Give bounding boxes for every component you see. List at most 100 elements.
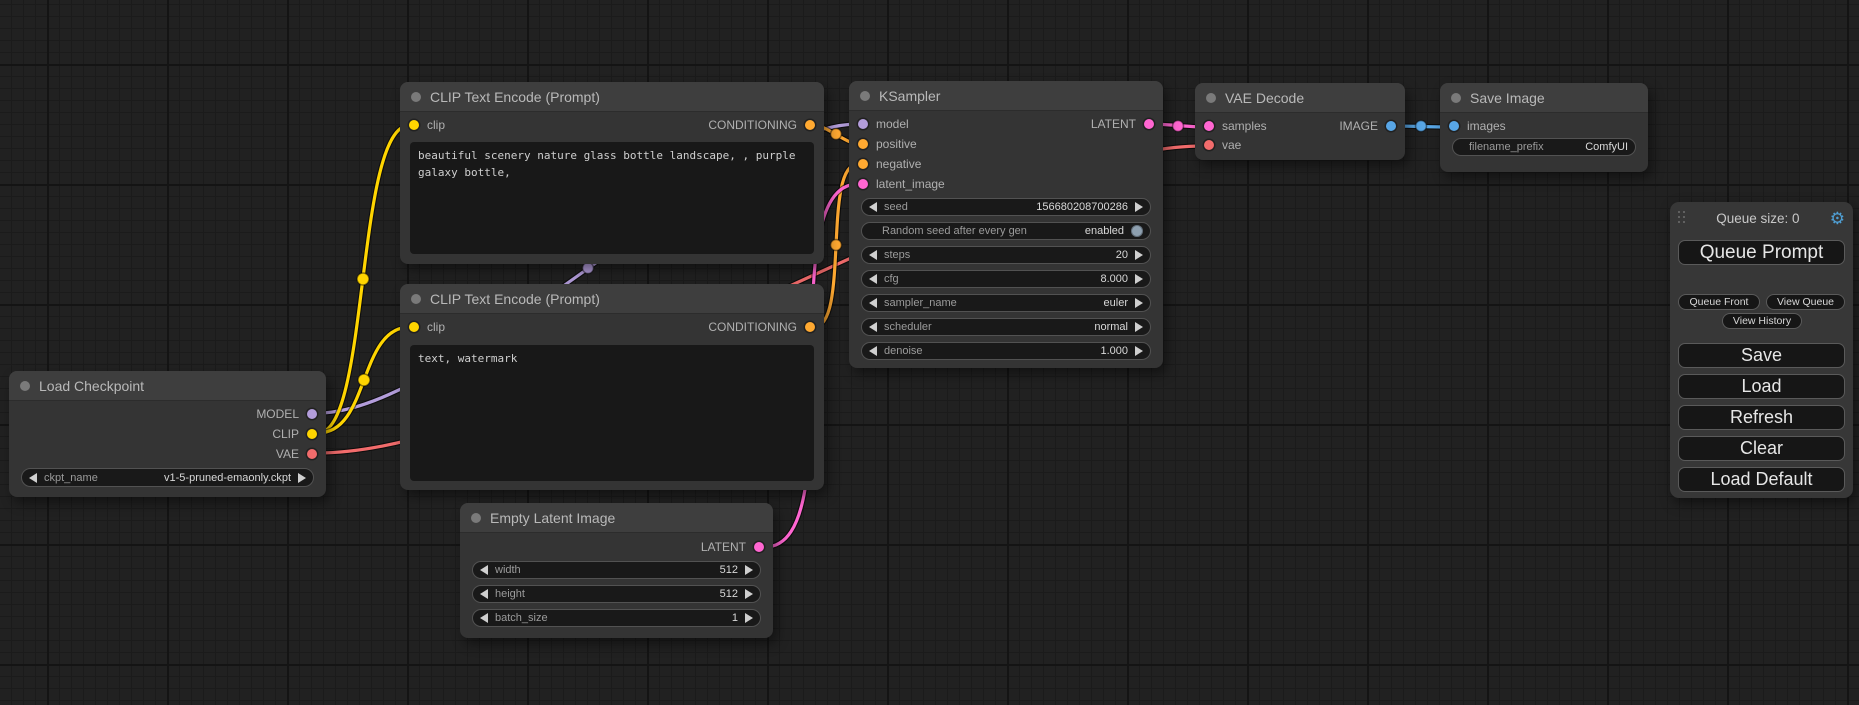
node-title-bar[interactable]: Load Checkpoint [9,371,326,401]
node-clip-text-encode-positive[interactable]: CLIP Text Encode (Prompt) clip CONDITION… [400,82,824,264]
output-slot-latent[interactable]: LATENT [460,537,773,557]
view-queue-button[interactable]: View Queue [1766,294,1845,310]
stepper-right-icon[interactable] [1135,346,1143,356]
drag-handle-icon[interactable] [1678,211,1686,225]
conditioning-slot-icon[interactable] [805,322,815,332]
clear-button[interactable]: Clear [1678,436,1845,461]
load-default-button[interactable]: Load Default [1678,467,1845,492]
gear-icon[interactable]: ⚙ [1830,210,1845,227]
stepper-right-icon[interactable] [1135,202,1143,212]
collapse-dot-icon[interactable] [20,381,30,391]
link-dot[interactable] [583,263,594,274]
positive-prompt-textarea[interactable]: beautiful scenery nature glass bottle la… [410,142,814,254]
negative-prompt-textarea[interactable]: text, watermark [410,345,814,481]
link-dot[interactable] [831,240,842,251]
node-ksampler[interactable]: KSampler model LATENT positive negative … [849,81,1163,368]
vae-slot-icon[interactable] [1204,140,1214,150]
node-title-bar[interactable]: KSampler [849,81,1163,111]
collapse-dot-icon[interactable] [860,91,870,101]
link-dot[interactable] [1173,121,1184,132]
node-load-checkpoint[interactable]: Load Checkpoint MODEL CLIP VAE ckpt_name… [9,371,326,497]
stepper-left-icon[interactable] [869,346,877,356]
height-widget[interactable]: height 512 [472,585,761,603]
model-slot-icon[interactable] [858,119,868,129]
filename-prefix-widget[interactable]: filename_prefix ComfyUI [1452,138,1636,156]
save-button[interactable]: Save [1678,343,1845,368]
load-button[interactable]: Load [1678,374,1845,399]
output-slot-vae[interactable]: VAE [9,444,326,464]
refresh-button[interactable]: Refresh [1678,405,1845,430]
latent-slot-icon[interactable] [754,542,764,552]
scheduler-widget[interactable]: scheduler normal [861,318,1151,336]
stepper-right-icon[interactable] [1135,274,1143,284]
node-title-bar[interactable]: Empty Latent Image [460,503,773,533]
input-slot-latent-image[interactable]: latent_image [849,174,1163,194]
stepper-left-icon[interactable] [480,613,488,623]
stepper-left-icon[interactable] [869,322,877,332]
image-slot-icon[interactable] [1386,121,1396,131]
node-title-bar[interactable]: CLIP Text Encode (Prompt) [400,284,824,314]
stepper-left-icon[interactable] [869,298,877,308]
link-dot[interactable] [358,374,370,386]
stepper-right-icon[interactable] [298,473,306,483]
latent-slot-icon[interactable] [858,179,868,189]
denoise-widget[interactable]: denoise 1.000 [861,342,1151,360]
stepper-right-icon[interactable] [745,565,753,575]
node-title-bar[interactable]: CLIP Text Encode (Prompt) [400,82,824,112]
steps-widget[interactable]: steps 20 [861,246,1151,264]
input-slot-positive[interactable]: positive [849,134,1163,154]
image-slot-icon[interactable] [1449,121,1459,131]
stepper-right-icon[interactable] [1135,298,1143,308]
cfg-widget[interactable]: cfg 8.000 [861,270,1151,288]
stepper-left-icon[interactable] [29,473,37,483]
link-dot[interactable] [1416,121,1427,132]
view-history-button[interactable]: View History [1722,313,1802,329]
node-clip-text-encode-negative[interactable]: CLIP Text Encode (Prompt) clip CONDITION… [400,284,824,490]
node-title-bar[interactable]: Save Image [1440,83,1648,113]
conditioning-slot-icon[interactable] [805,120,815,130]
seed-widget[interactable]: seed 156680208700286 [861,198,1151,216]
node-graph-canvas[interactable]: Load Checkpoint MODEL CLIP VAE ckpt_name… [0,0,1859,705]
stepper-left-icon[interactable] [480,565,488,575]
node-vae-decode[interactable]: VAE Decode samples IMAGE vae [1195,83,1405,160]
stepper-left-icon[interactable] [480,589,488,599]
conditioning-slot-icon[interactable] [858,159,868,169]
output-slot-model[interactable]: MODEL [9,404,326,424]
link-dot[interactable] [357,273,369,285]
batch-size-widget[interactable]: batch_size 1 [472,609,761,627]
node-save-image[interactable]: Save Image images filename_prefix ComfyU… [1440,83,1648,172]
collapse-dot-icon[interactable] [411,294,421,304]
link-dot[interactable] [831,129,842,140]
input-slot-images[interactable]: images [1440,116,1648,135]
latent-slot-icon[interactable] [1204,121,1214,131]
queue-prompt-button[interactable]: Queue Prompt [1678,240,1845,265]
collapse-dot-icon[interactable] [1451,93,1461,103]
node-title-bar[interactable]: VAE Decode [1195,83,1405,113]
output-slot-clip[interactable]: CLIP [9,424,326,444]
stepper-right-icon[interactable] [1135,250,1143,260]
clip-slot-icon[interactable] [409,322,419,332]
vae-slot-icon[interactable] [307,449,317,459]
clip-slot-icon[interactable] [409,120,419,130]
stepper-left-icon[interactable] [869,274,877,284]
node-empty-latent-image[interactable]: Empty Latent Image LATENT width 512 heig… [460,503,773,638]
conditioning-slot-icon[interactable] [858,139,868,149]
stepper-left-icon[interactable] [869,250,877,260]
toggle-icon[interactable] [1131,225,1143,237]
queue-front-button[interactable]: Queue Front [1678,294,1760,310]
latent-slot-icon[interactable] [1144,119,1154,129]
stepper-right-icon[interactable] [745,589,753,599]
width-widget[interactable]: width 512 [472,561,761,579]
input-slot-negative[interactable]: negative [849,154,1163,174]
input-slot-vae[interactable]: vae [1195,135,1405,154]
stepper-left-icon[interactable] [869,202,877,212]
random-seed-toggle-widget[interactable]: Random seed after every gen enabled [861,222,1151,240]
model-slot-icon[interactable] [307,409,317,419]
ckpt-name-widget[interactable]: ckpt_name v1-5-pruned-emaonly.ckpt [21,468,314,487]
collapse-dot-icon[interactable] [1206,93,1216,103]
collapse-dot-icon[interactable] [471,513,481,523]
collapse-dot-icon[interactable] [411,92,421,102]
sampler-name-widget[interactable]: sampler_name euler [861,294,1151,312]
stepper-right-icon[interactable] [1135,322,1143,332]
stepper-right-icon[interactable] [745,613,753,623]
